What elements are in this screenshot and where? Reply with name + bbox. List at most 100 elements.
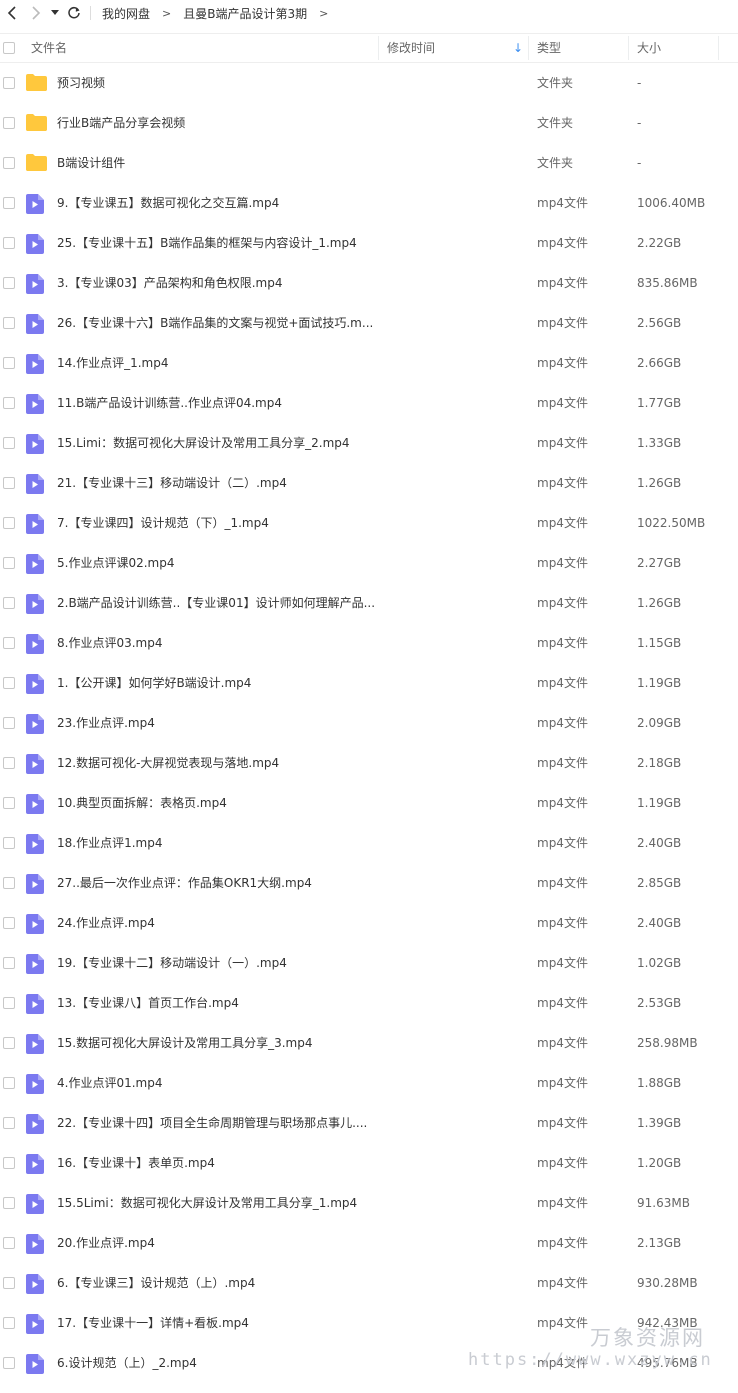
file-row[interactable]: 10.典型页面拆解：表格页.mp4 mp4文件 1.19GB — [0, 783, 738, 823]
file-name[interactable]: 3.【专业课03】产品架构和角色权限.mp4 — [57, 263, 282, 303]
file-name[interactable]: 15.5Limi：数据可视化大屏设计及常用工具分享_1.mp4 — [57, 1183, 357, 1223]
row-checkbox[interactable] — [3, 757, 15, 769]
file-name[interactable]: 23.作业点评.mp4 — [57, 703, 155, 743]
row-checkbox[interactable] — [3, 997, 15, 1009]
refresh-button[interactable] — [62, 1, 86, 25]
row-checkbox[interactable] — [3, 237, 15, 249]
row-checkbox[interactable] — [3, 637, 15, 649]
row-checkbox[interactable] — [3, 357, 15, 369]
file-row[interactable]: 4.作业点评01.mp4 mp4文件 1.88GB — [0, 1063, 738, 1103]
row-checkbox[interactable] — [3, 77, 15, 89]
file-name[interactable]: 13.【专业课八】首页工作台.mp4 — [57, 983, 239, 1023]
file-name[interactable]: 4.作业点评01.mp4 — [57, 1063, 162, 1103]
row-checkbox[interactable] — [3, 677, 15, 689]
file-name[interactable]: 11.B端产品设计训练营..作业点评04.mp4 — [57, 383, 282, 423]
file-name[interactable]: 7.【专业课四】设计规范（下）_1.mp4 — [57, 503, 269, 543]
row-checkbox[interactable] — [3, 1077, 15, 1089]
row-checkbox[interactable] — [3, 1157, 15, 1169]
row-checkbox[interactable] — [3, 197, 15, 209]
row-checkbox[interactable] — [3, 117, 15, 129]
file-row[interactable]: 2.B端产品设计训练营..【专业课01】设计师如何理解产品... mp4文件 1.2… — [0, 583, 738, 623]
column-divider[interactable] — [378, 36, 379, 60]
file-row[interactable]: 19.【专业课十二】移动端设计（一）.mp4 mp4文件 1.02GB — [0, 943, 738, 983]
file-row[interactable]: 23.作业点评.mp4 mp4文件 2.09GB — [0, 703, 738, 743]
breadcrumb-root[interactable]: 我的网盘 — [97, 5, 155, 22]
file-row[interactable]: 15.数据可视化大屏设计及常用工具分享_3.mp4 mp4文件 258.98MB — [0, 1023, 738, 1063]
row-checkbox[interactable] — [3, 277, 15, 289]
file-row[interactable]: 7.【专业课四】设计规范（下）_1.mp4 mp4文件 1022.50MB — [0, 503, 738, 543]
file-name[interactable]: 5.作业点评课02.mp4 — [57, 543, 174, 583]
column-divider[interactable] — [528, 36, 529, 60]
row-checkbox[interactable] — [3, 1197, 15, 1209]
file-row[interactable]: 15.Limi：数据可视化大屏设计及常用工具分享_2.mp4 mp4文件 1.33G… — [0, 423, 738, 463]
file-row[interactable]: 25.【专业课十五】B端作品集的框架与内容设计_1.mp4 mp4文件 2.22GB — [0, 223, 738, 263]
row-checkbox[interactable] — [3, 1357, 15, 1369]
file-name[interactable]: 20.作业点评.mp4 — [57, 1223, 155, 1263]
file-row[interactable]: 预习视频 文件夹 - — [0, 63, 738, 103]
file-row[interactable]: 18.作业点评1.mp4 mp4文件 2.40GB — [0, 823, 738, 863]
select-all-checkbox[interactable] — [3, 42, 15, 54]
file-row[interactable]: 27..最后一次作业点评：作品集OKR1大纲.mp4 mp4文件 2.85GB — [0, 863, 738, 903]
file-name[interactable]: 17.【专业课十一】详情+看板.mp4 — [57, 1303, 249, 1343]
file-row[interactable]: 24.作业点评.mp4 mp4文件 2.40GB — [0, 903, 738, 943]
file-name[interactable]: 18.作业点评1.mp4 — [57, 823, 162, 863]
forward-button[interactable] — [24, 1, 48, 25]
file-name[interactable]: 14.作业点评_1.mp4 — [57, 343, 168, 383]
row-checkbox[interactable] — [3, 437, 15, 449]
row-checkbox[interactable] — [3, 1277, 15, 1289]
file-row[interactable]: 6.【专业课三】设计规范（上）.mp4 mp4文件 930.28MB — [0, 1263, 738, 1303]
row-checkbox[interactable] — [3, 157, 15, 169]
file-row[interactable]: 3.【专业课03】产品架构和角色权限.mp4 mp4文件 835.86MB — [0, 263, 738, 303]
arrow-down-icon[interactable]: ↓ — [513, 34, 523, 62]
file-row[interactable]: 12.数据可视化-大屏视觉表现与落地.mp4 mp4文件 2.18GB — [0, 743, 738, 783]
file-name[interactable]: 24.作业点评.mp4 — [57, 903, 155, 943]
row-checkbox[interactable] — [3, 917, 15, 929]
file-name[interactable]: 16.【专业课十】表单页.mp4 — [57, 1143, 215, 1183]
row-checkbox[interactable] — [3, 717, 15, 729]
file-row[interactable]: 14.作业点评_1.mp4 mp4文件 2.66GB — [0, 343, 738, 383]
file-row[interactable]: 13.【专业课八】首页工作台.mp4 mp4文件 2.53GB — [0, 983, 738, 1023]
column-type[interactable]: 类型 — [537, 34, 561, 62]
row-checkbox[interactable] — [3, 517, 15, 529]
file-row[interactable]: 9.【专业课五】数据可视化之交互篇.mp4 mp4文件 1006.40MB — [0, 183, 738, 223]
file-name[interactable]: 10.典型页面拆解：表格页.mp4 — [57, 783, 227, 823]
column-divider[interactable] — [718, 36, 719, 60]
row-checkbox[interactable] — [3, 877, 15, 889]
breadcrumb-current-folder[interactable]: 且曼B端产品设计第3期 — [178, 5, 312, 22]
file-name[interactable]: 15.数据可视化大屏设计及常用工具分享_3.mp4 — [57, 1023, 312, 1063]
row-checkbox[interactable] — [3, 957, 15, 969]
file-row[interactable]: 5.作业点评课02.mp4 mp4文件 2.27GB — [0, 543, 738, 583]
file-name[interactable]: 15.Limi：数据可视化大屏设计及常用工具分享_2.mp4 — [57, 423, 350, 463]
row-checkbox[interactable] — [3, 797, 15, 809]
file-row[interactable]: B端设计组件 文件夹 - — [0, 143, 738, 183]
row-checkbox[interactable] — [3, 1317, 15, 1329]
file-name[interactable]: 22.【专业课十四】项目全生命周期管理与职场那点事儿.... — [57, 1103, 367, 1143]
file-row[interactable]: 22.【专业课十四】项目全生命周期管理与职场那点事儿.... mp4文件 1.39G… — [0, 1103, 738, 1143]
row-checkbox[interactable] — [3, 597, 15, 609]
file-name[interactable]: 26.【专业课十六】B端作品集的文案与视觉+面试技巧.m... — [57, 303, 373, 343]
file-row[interactable]: 行业B端产品分享会视频 文件夹 - — [0, 103, 738, 143]
file-name[interactable]: 8.作业点评03.mp4 — [57, 623, 162, 663]
file-name[interactable]: 21.【专业课十三】移动端设计（二）.mp4 — [57, 463, 287, 503]
file-name[interactable]: 12.数据可视化-大屏视觉表现与落地.mp4 — [57, 743, 279, 783]
row-checkbox[interactable] — [3, 397, 15, 409]
row-checkbox[interactable] — [3, 1037, 15, 1049]
file-name[interactable]: 25.【专业课十五】B端作品集的框架与内容设计_1.mp4 — [57, 223, 357, 263]
file-name[interactable]: 2.B端产品设计训练营..【专业课01】设计师如何理解产品... — [57, 583, 375, 623]
row-checkbox[interactable] — [3, 1117, 15, 1129]
row-checkbox[interactable] — [3, 1237, 15, 1249]
file-name[interactable]: B端设计组件 — [57, 143, 125, 183]
file-row[interactable]: 15.5Limi：数据可视化大屏设计及常用工具分享_1.mp4 mp4文件 91.6… — [0, 1183, 738, 1223]
file-row[interactable]: 20.作业点评.mp4 mp4文件 2.13GB — [0, 1223, 738, 1263]
file-row[interactable]: 26.【专业课十六】B端作品集的文案与视觉+面试技巧.m... mp4文件 2.56… — [0, 303, 738, 343]
column-modified-time[interactable]: 修改时间 — [387, 34, 435, 62]
column-divider[interactable] — [628, 36, 629, 60]
file-name[interactable]: 19.【专业课十二】移动端设计（一）.mp4 — [57, 943, 287, 983]
file-name[interactable]: 行业B端产品分享会视频 — [57, 103, 185, 143]
file-name[interactable]: 预习视频 — [57, 63, 105, 103]
file-row[interactable]: 16.【专业课十】表单页.mp4 mp4文件 1.20GB — [0, 1143, 738, 1183]
file-row[interactable]: 21.【专业课十三】移动端设计（二）.mp4 mp4文件 1.26GB — [0, 463, 738, 503]
file-name[interactable]: 6.设计规范（上）_2.mp4 — [57, 1343, 197, 1383]
file-name[interactable]: 6.【专业课三】设计规范（上）.mp4 — [57, 1263, 255, 1303]
file-row[interactable]: 11.B端产品设计训练营..作业点评04.mp4 mp4文件 1.77GB — [0, 383, 738, 423]
